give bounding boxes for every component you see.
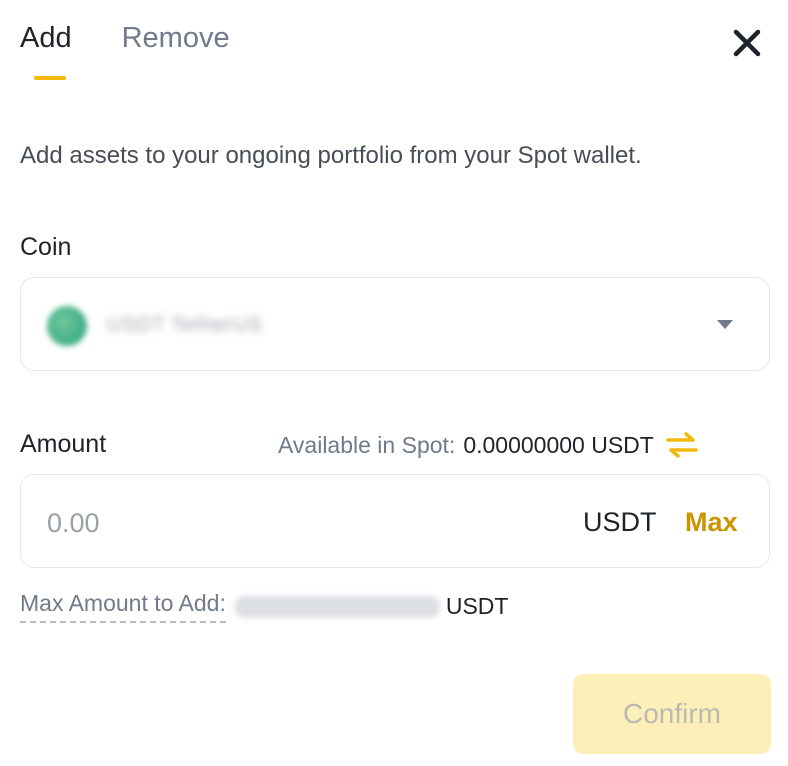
amount-unit: USDT bbox=[583, 507, 657, 537]
max-amount-value-blurred bbox=[233, 595, 440, 618]
confirm-button[interactable]: Confirm bbox=[573, 674, 771, 754]
max-amount-label[interactable]: Max Amount to Add: bbox=[20, 590, 226, 623]
available-label: Available in Spot: bbox=[278, 431, 456, 458]
coin-label: Coin bbox=[20, 233, 72, 261]
amount-label: Amount bbox=[20, 430, 107, 458]
close-icon bbox=[733, 29, 761, 57]
amount-input[interactable] bbox=[47, 505, 527, 541]
max-amount-line: Max Amount to Add: USDT bbox=[20, 590, 508, 623]
coin-icon bbox=[47, 306, 87, 346]
add-assets-modal: Add Remove Add assets to your ongoing po… bbox=[0, 0, 788, 766]
description-text: Add assets to your ongoing portfolio fro… bbox=[20, 142, 642, 169]
tab-add-label: Add bbox=[20, 22, 72, 54]
tab-bar: Add Remove bbox=[20, 22, 230, 82]
available-value: 0.00000000 USDT bbox=[463, 431, 654, 458]
tab-remove-label: Remove bbox=[121, 22, 230, 54]
active-tab-indicator bbox=[34, 76, 66, 80]
max-button[interactable]: Max bbox=[685, 507, 738, 538]
caret-down-icon bbox=[717, 320, 733, 329]
available-balance: Available in Spot: 0.00000000 USDT bbox=[278, 431, 698, 459]
coin-name-blurred: USDT TetherUS bbox=[107, 314, 263, 336]
coin-select[interactable]: USDT TetherUS bbox=[20, 277, 770, 371]
max-amount-unit: USDT bbox=[445, 593, 509, 619]
amount-field: USDT Max bbox=[20, 474, 770, 568]
close-button[interactable] bbox=[730, 26, 764, 60]
tab-add[interactable]: Add bbox=[20, 22, 72, 82]
swap-arrows-icon[interactable] bbox=[666, 431, 698, 459]
tab-remove[interactable]: Remove bbox=[122, 22, 230, 82]
